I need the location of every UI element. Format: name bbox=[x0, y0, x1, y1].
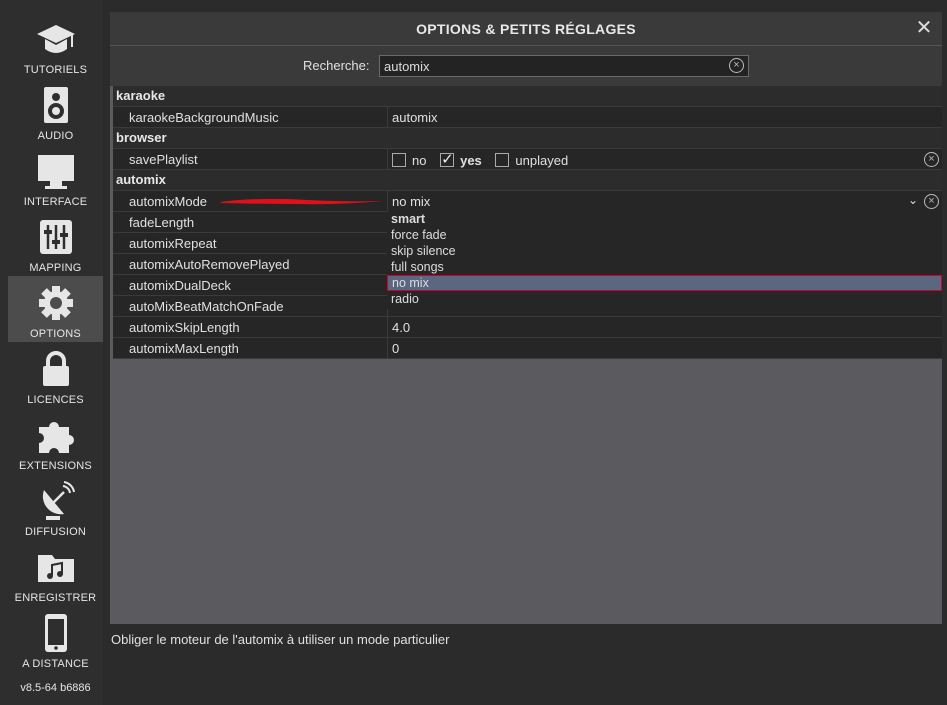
sidebar-item-label: EXTENSIONS bbox=[19, 460, 92, 472]
clear-search-icon[interactable]: × bbox=[729, 58, 744, 73]
sidebar: TUTORIELS AUDIO INTERFACE MAPPING OPTION… bbox=[0, 0, 103, 705]
window-title: OPTIONS & PETITS RÉGLAGES bbox=[416, 21, 636, 37]
category-browser: browser bbox=[113, 128, 942, 149]
search-label: Recherche: bbox=[303, 58, 370, 73]
smartphone-icon bbox=[8, 612, 103, 654]
automix-mode-dropdown: smart force fade skip silence full songs… bbox=[387, 211, 942, 309]
sidebar-item-label: LICENCES bbox=[27, 394, 84, 406]
red-annotation-mark bbox=[220, 198, 384, 205]
option-value[interactable]: automix bbox=[387, 107, 942, 128]
reset-icon[interactable]: × bbox=[924, 152, 939, 167]
category-automix: automix bbox=[113, 170, 942, 191]
checkbox-unplayed[interactable] bbox=[495, 152, 510, 167]
speaker-icon bbox=[8, 84, 103, 126]
option-value[interactable]: 4.0 bbox=[387, 317, 942, 338]
sidebar-item-label: DIFFUSION bbox=[24, 526, 87, 538]
version-label: v8.5-64 b6886 bbox=[20, 682, 91, 694]
dropdown-option-smart[interactable]: smart bbox=[387, 211, 942, 227]
sidebar-item-label: ENREGISTRER bbox=[14, 592, 97, 604]
lock-icon bbox=[8, 348, 103, 390]
sidebar-item-interface[interactable]: INTERFACE bbox=[8, 144, 103, 210]
status-description: Obliger le moteur de l'automix à utilise… bbox=[111, 632, 450, 647]
search-input[interactable] bbox=[379, 55, 749, 77]
checkbox-label: unplayed bbox=[515, 153, 569, 169]
options-panel: OPTIONS & PETITS RÉGLAGES ✕ Recherche: ×… bbox=[110, 12, 942, 624]
option-name: automixAutoRemovePlayed bbox=[129, 257, 290, 272]
sidebar-item-label: OPTIONS bbox=[30, 328, 81, 340]
sidebar-item-tutoriels[interactable]: TUTORIELS bbox=[8, 12, 103, 78]
table-row[interactable]: karaokeBackgroundMusic automix bbox=[113, 107, 942, 128]
checkbox-label: no bbox=[412, 153, 427, 169]
select-value: no mix bbox=[392, 194, 431, 209]
option-value: no yes unplayed × bbox=[387, 149, 942, 170]
satellite-dish-icon bbox=[8, 480, 103, 522]
sidebar-item-label: AUDIO bbox=[37, 130, 74, 142]
music-folder-icon bbox=[8, 546, 103, 588]
sidebar-item-label: MAPPING bbox=[29, 262, 82, 274]
option-name: automixMode bbox=[129, 194, 208, 209]
dropdown-option-radio[interactable]: radio bbox=[387, 291, 942, 307]
option-name: automixDualDeck bbox=[129, 278, 231, 293]
dropdown-option-force-fade[interactable]: force fade bbox=[387, 227, 942, 243]
search-row: Recherche: × bbox=[110, 46, 942, 86]
monitor-icon bbox=[8, 150, 103, 192]
puzzle-icon bbox=[8, 414, 103, 456]
graduation-cap-icon bbox=[8, 18, 103, 60]
option-value[interactable]: 0 bbox=[387, 338, 942, 359]
sidebar-item-mapping[interactable]: MAPPING bbox=[8, 210, 103, 276]
checkbox-label: yes bbox=[460, 153, 482, 169]
option-name: automixMaxLength bbox=[129, 341, 239, 356]
category-karaoke: karaoke bbox=[113, 86, 942, 107]
option-name: autoMixBeatMatchOnFade bbox=[129, 299, 284, 314]
sidebar-item-enregistrer[interactable]: ENREGISTRER bbox=[8, 540, 103, 606]
chevron-down-icon[interactable]: ⌄ bbox=[908, 193, 918, 207]
table-row[interactable]: savePlaylist no yes unplayed × bbox=[113, 149, 942, 170]
checkbox-yes[interactable] bbox=[440, 150, 455, 168]
dropdown-option-skip-silence[interactable]: skip silence bbox=[387, 243, 942, 259]
sidebar-item-licences[interactable]: LICENCES bbox=[8, 342, 103, 408]
sidebar-item-diffusion[interactable]: DIFFUSION bbox=[8, 474, 103, 540]
dropdown-option-full-songs[interactable]: full songs bbox=[387, 259, 942, 275]
option-name: fadeLength bbox=[129, 215, 195, 230]
title-bar: OPTIONS & PETITS RÉGLAGES ✕ bbox=[110, 12, 942, 46]
gear-icon bbox=[8, 282, 103, 324]
option-name: karaokeBackgroundMusic bbox=[129, 110, 279, 125]
sidebar-item-label: A DISTANCE bbox=[22, 658, 89, 670]
option-name: savePlaylist bbox=[129, 152, 198, 167]
dropdown-option-no-mix[interactable]: no mix bbox=[387, 275, 942, 291]
sidebar-item-options[interactable]: OPTIONS bbox=[8, 276, 103, 342]
reset-icon[interactable]: × bbox=[924, 194, 939, 209]
automix-mode-select[interactable]: no mix ⌄ × bbox=[387, 191, 942, 212]
table-row[interactable]: automixSkipLength 4.0 bbox=[113, 317, 942, 338]
close-icon[interactable]: ✕ bbox=[914, 17, 934, 39]
table-row[interactable]: automixMaxLength 0 bbox=[113, 338, 942, 359]
sidebar-item-audio[interactable]: AUDIO bbox=[8, 78, 103, 144]
sidebar-item-label: INTERFACE bbox=[23, 196, 88, 208]
option-name: automixRepeat bbox=[129, 236, 217, 251]
option-name: automixSkipLength bbox=[129, 320, 240, 335]
sliders-icon bbox=[8, 216, 103, 258]
sidebar-item-a-distance[interactable]: A DISTANCE bbox=[8, 606, 103, 672]
sidebar-item-extensions[interactable]: EXTENSIONS bbox=[8, 408, 103, 474]
sidebar-item-label: TUTORIELS bbox=[23, 64, 88, 76]
checkbox-no[interactable] bbox=[392, 152, 406, 167]
